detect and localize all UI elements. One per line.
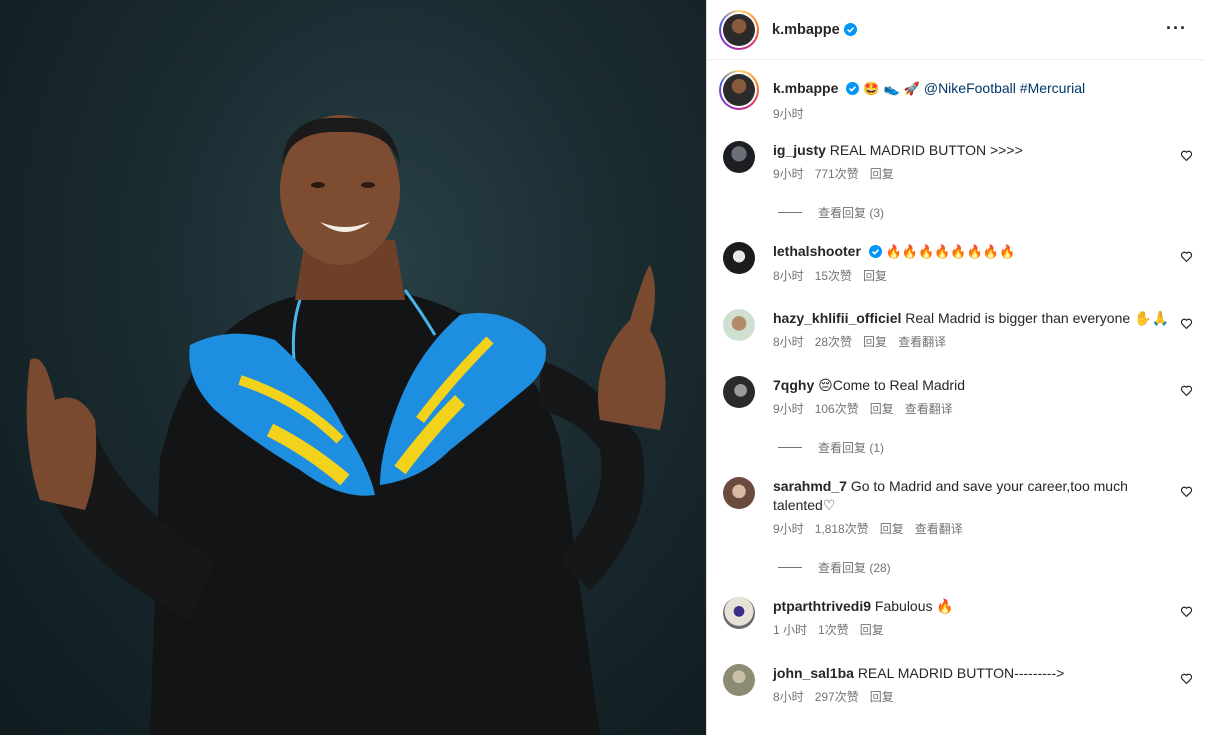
see-translation-button[interactable]: 查看翻译 bbox=[905, 402, 953, 416]
caption-username[interactable]: k.mbappe bbox=[773, 80, 838, 96]
post-header: k.mbappe ··· bbox=[707, 0, 1205, 60]
comment-likes[interactable]: 771次赞 bbox=[815, 167, 859, 181]
comment-item: ig_justy REAL MADRID BUTTON >>>> 9小时 771次… bbox=[723, 141, 1193, 184]
view-replies-button[interactable]: 查看回复 (1) bbox=[778, 439, 884, 456]
reply-button[interactable]: 回复 bbox=[870, 167, 894, 181]
view-replies-label[interactable]: 查看回复 (28) bbox=[818, 559, 891, 576]
heart-outline-icon[interactable] bbox=[1180, 317, 1193, 330]
heart-outline-icon[interactable] bbox=[1180, 384, 1193, 397]
comment-text: REAL MADRID BUTTON---------> bbox=[857, 665, 1065, 681]
view-replies-label[interactable]: 查看回复 (3) bbox=[818, 204, 884, 221]
comment-time[interactable]: 8小时 bbox=[773, 269, 804, 283]
commenter-username[interactable]: hazy_khlifii_officiel bbox=[773, 310, 901, 326]
commenter-avatar[interactable] bbox=[723, 242, 755, 274]
reply-button[interactable]: 回复 bbox=[870, 402, 894, 416]
comment-likes[interactable]: 15次赞 bbox=[815, 269, 852, 283]
post-caption: k.mbappe 🤩 👟 🚀 @NikeFootball #Mercurial … bbox=[719, 70, 1085, 123]
author-username[interactable]: k.mbappe bbox=[772, 22, 840, 38]
see-translation-button[interactable]: 查看翻译 bbox=[898, 335, 946, 349]
reply-button[interactable]: 回复 bbox=[863, 335, 887, 349]
comment-likes[interactable]: 1次赞 bbox=[818, 623, 849, 637]
post-time[interactable]: 9小时 bbox=[773, 107, 804, 121]
comment-time[interactable]: 1 小时 bbox=[773, 623, 807, 637]
comment-likes[interactable]: 106次赞 bbox=[815, 402, 859, 416]
commenter-avatar[interactable] bbox=[723, 141, 755, 173]
author-avatar[interactable] bbox=[719, 9, 759, 50]
comment-text: REAL MADRID BUTTON >>>> bbox=[829, 142, 1023, 158]
commenter-avatar[interactable] bbox=[723, 376, 755, 408]
comment-time[interactable]: 8小时 bbox=[773, 690, 804, 704]
commenter-username[interactable]: ptparthtrivedi9 bbox=[773, 598, 871, 614]
reply-button[interactable]: 回复 bbox=[863, 269, 887, 283]
see-translation-button[interactable]: 查看翻译 bbox=[915, 522, 963, 536]
comment-time[interactable]: 9小时 bbox=[773, 402, 804, 416]
reply-button[interactable]: 回复 bbox=[870, 690, 894, 704]
comment-item: 7qghy 😔Come to Real Madrid 9小时 106次赞 回复 查看翻… bbox=[723, 376, 1193, 419]
comment-time[interactable]: 9小时 bbox=[773, 522, 804, 536]
verified-badge-icon bbox=[843, 23, 857, 36]
commenter-username[interactable]: john_sal1ba bbox=[773, 665, 854, 681]
post-photo[interactable] bbox=[0, 0, 706, 735]
comment-time[interactable]: 8小时 bbox=[773, 335, 804, 349]
commenter-avatar[interactable] bbox=[723, 309, 755, 341]
commenter-username[interactable]: sarahmd_7 bbox=[773, 478, 847, 494]
commenter-username[interactable]: 7qghy bbox=[773, 377, 814, 393]
heart-outline-icon[interactable] bbox=[1180, 605, 1193, 618]
heart-outline-icon[interactable] bbox=[1180, 672, 1193, 685]
comment-time[interactable]: 9小时 bbox=[773, 167, 804, 181]
comment-text: Fabulous 🔥 bbox=[874, 598, 954, 614]
comment-item: ptparthtrivedi9 Fabulous 🔥 1 小时 1次赞 回复 bbox=[723, 597, 1193, 640]
view-replies-button[interactable]: 查看回复 (28) bbox=[778, 559, 891, 576]
heart-outline-icon[interactable] bbox=[1180, 149, 1193, 162]
comment-item: sarahmd_7 Go to Madrid and save your car… bbox=[723, 477, 1193, 539]
commenter-avatar[interactable] bbox=[723, 477, 755, 509]
heart-outline-icon[interactable] bbox=[1180, 485, 1193, 498]
comment-item: hazy_khlifii_officiel Real Madrid is big… bbox=[723, 309, 1193, 352]
reply-button[interactable]: 回复 bbox=[880, 522, 904, 536]
comment-likes[interactable]: 28次赞 bbox=[815, 335, 852, 349]
comment-item: john_sal1ba REAL MADRID BUTTON--------->… bbox=[723, 664, 1193, 707]
caption-mention-link[interactable]: @NikeFootball bbox=[924, 80, 1016, 96]
caption-hashtag-link[interactable]: #Mercurial bbox=[1020, 80, 1085, 96]
heart-outline-icon[interactable] bbox=[1180, 250, 1193, 263]
verified-badge-icon bbox=[846, 82, 860, 95]
more-horizontal-icon[interactable]: ··· bbox=[1166, 19, 1187, 37]
commenter-avatar[interactable] bbox=[723, 597, 755, 629]
view-replies-button[interactable]: 查看回复 (3) bbox=[778, 204, 884, 221]
verified-badge-icon bbox=[868, 245, 882, 258]
comment-item: lethalshooter 🔥🔥🔥🔥🔥🔥🔥🔥 8小时 15次赞 回复 bbox=[723, 242, 1193, 286]
post-side-panel: k.mbappe ··· k.mbappe 🤩 👟 🚀 @NikeFootbal… bbox=[706, 0, 1205, 735]
caption-author-avatar[interactable] bbox=[719, 70, 759, 110]
commenter-avatar[interactable] bbox=[723, 664, 755, 696]
comment-likes[interactable]: 297次赞 bbox=[815, 690, 859, 704]
caption-emojis: 🤩 👟 🚀 bbox=[863, 82, 920, 97]
commenter-username[interactable]: ig_justy bbox=[773, 142, 826, 158]
comment-text: Real Madrid is bigger than everyone ✋🙏 bbox=[905, 310, 1169, 326]
comment-text: 😔Come to Real Madrid bbox=[818, 377, 965, 393]
comment-text: 🔥🔥🔥🔥🔥🔥🔥🔥 bbox=[885, 245, 1016, 260]
comment-likes[interactable]: 1,818次赞 bbox=[815, 522, 869, 536]
post-image bbox=[26, 115, 666, 735]
view-replies-label[interactable]: 查看回复 (1) bbox=[818, 439, 884, 456]
commenter-username[interactable]: lethalshooter bbox=[773, 243, 861, 259]
reply-button[interactable]: 回复 bbox=[860, 623, 884, 637]
